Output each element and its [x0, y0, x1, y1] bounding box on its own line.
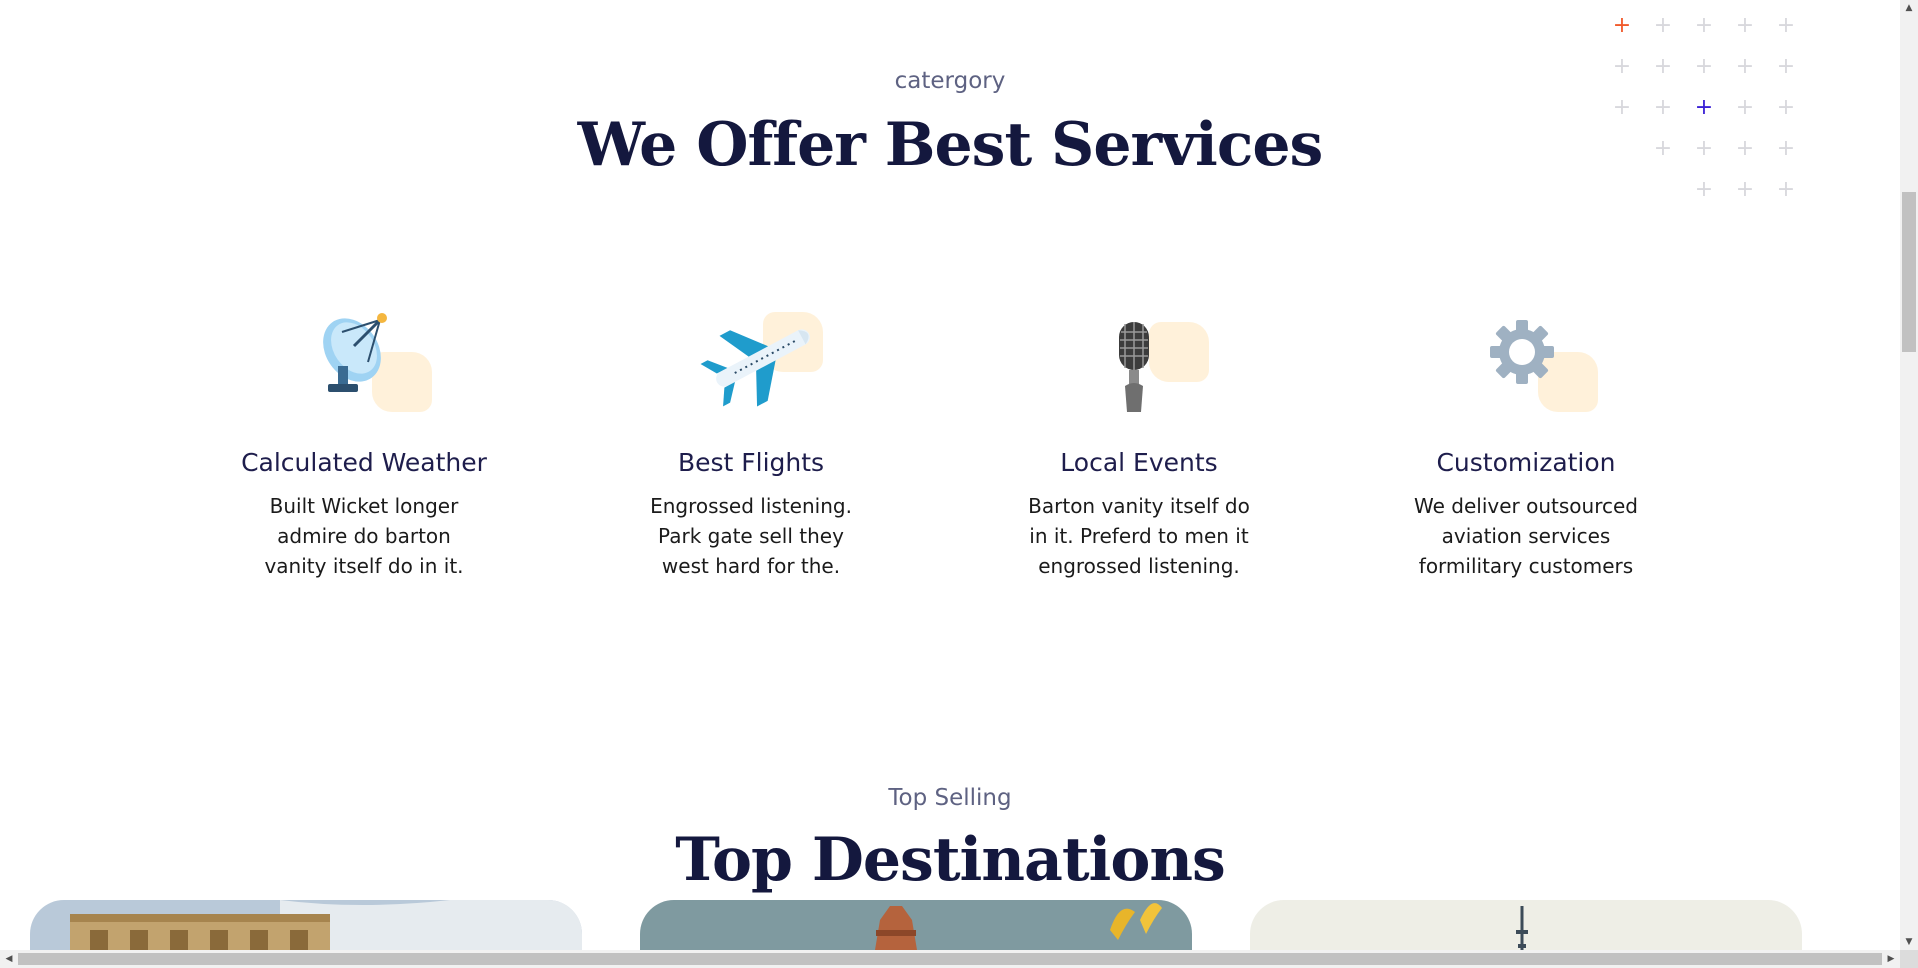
service-card-flights: Best Flights Engrossed listening. Park g…	[601, 300, 901, 581]
service-title: Best Flights	[677, 448, 825, 477]
horizontal-scrollbar-thumb[interactable]	[18, 953, 1882, 965]
plus-icon: +	[1776, 177, 1796, 202]
destination-card-2[interactable]	[640, 900, 1192, 950]
plus-icon: +	[1735, 177, 1755, 202]
horizontal-scrollbar[interactable]: ◀ ▶	[0, 950, 1900, 968]
service-title: Customization	[1436, 448, 1616, 477]
services-title: We Offer Best Services	[577, 110, 1324, 180]
service-icon-wrap	[294, 300, 434, 420]
plus-icon: +	[1694, 13, 1714, 38]
scroll-left-arrow-icon[interactable]: ◀	[0, 950, 18, 968]
service-description: Built Wicket longer admire do barton van…	[264, 494, 464, 578]
airplane-icon	[700, 329, 810, 407]
scrollbar-corner	[1900, 950, 1918, 968]
service-description: We deliver outsourced aviation services …	[1414, 494, 1638, 578]
destinations-subtitle: Top Selling	[888, 785, 1012, 811]
destination-card-3[interactable]	[1250, 900, 1802, 950]
scroll-up-arrow-icon[interactable]: ▲	[1900, 0, 1918, 16]
destination-card-1[interactable]	[30, 900, 582, 950]
vertical-scrollbar[interactable]: ▲ ▼	[1900, 0, 1918, 950]
vertical-scrollbar-thumb[interactable]	[1902, 192, 1916, 352]
service-card-customization: Customization We deliver outsourced avia…	[1376, 300, 1676, 581]
satellite-dish-icon	[323, 313, 387, 392]
page-viewport: + + + + + + + + + + + + + + + + + + + + …	[0, 0, 1900, 950]
scroll-right-arrow-icon[interactable]: ▶	[1882, 950, 1900, 968]
service-icon-wrap	[1069, 300, 1209, 420]
destination-image-2	[640, 900, 1192, 950]
scroll-down-arrow-icon[interactable]: ▼	[1900, 934, 1918, 950]
service-card-weather: Calculated Weather Built Wicket longer a…	[214, 300, 514, 581]
gear-icon	[1490, 320, 1554, 384]
service-description: Barton vanity itself do in it. Preferd t…	[1028, 494, 1250, 578]
plus-icon: +	[1776, 13, 1796, 38]
service-description: Engrossed listening. Park gate sell they…	[650, 494, 852, 578]
destination-image-1	[30, 900, 582, 950]
service-card-events: Local Events Barton vanity itself do in …	[989, 300, 1289, 581]
service-icon-wrap	[681, 300, 823, 420]
plus-icon: +	[1653, 13, 1673, 38]
plus-icon: +	[1612, 13, 1632, 38]
plus-icon: +	[1735, 13, 1755, 38]
service-icon-wrap	[1456, 300, 1598, 420]
services-subtitle: catergory	[894, 68, 1006, 94]
plus-icon: +	[1694, 177, 1714, 202]
service-title: Local Events	[1060, 448, 1218, 477]
destinations-title: Top Destinations	[675, 825, 1226, 895]
destination-image-3	[1250, 900, 1802, 950]
service-title: Calculated Weather	[241, 448, 487, 477]
microphone-icon	[1119, 322, 1149, 412]
